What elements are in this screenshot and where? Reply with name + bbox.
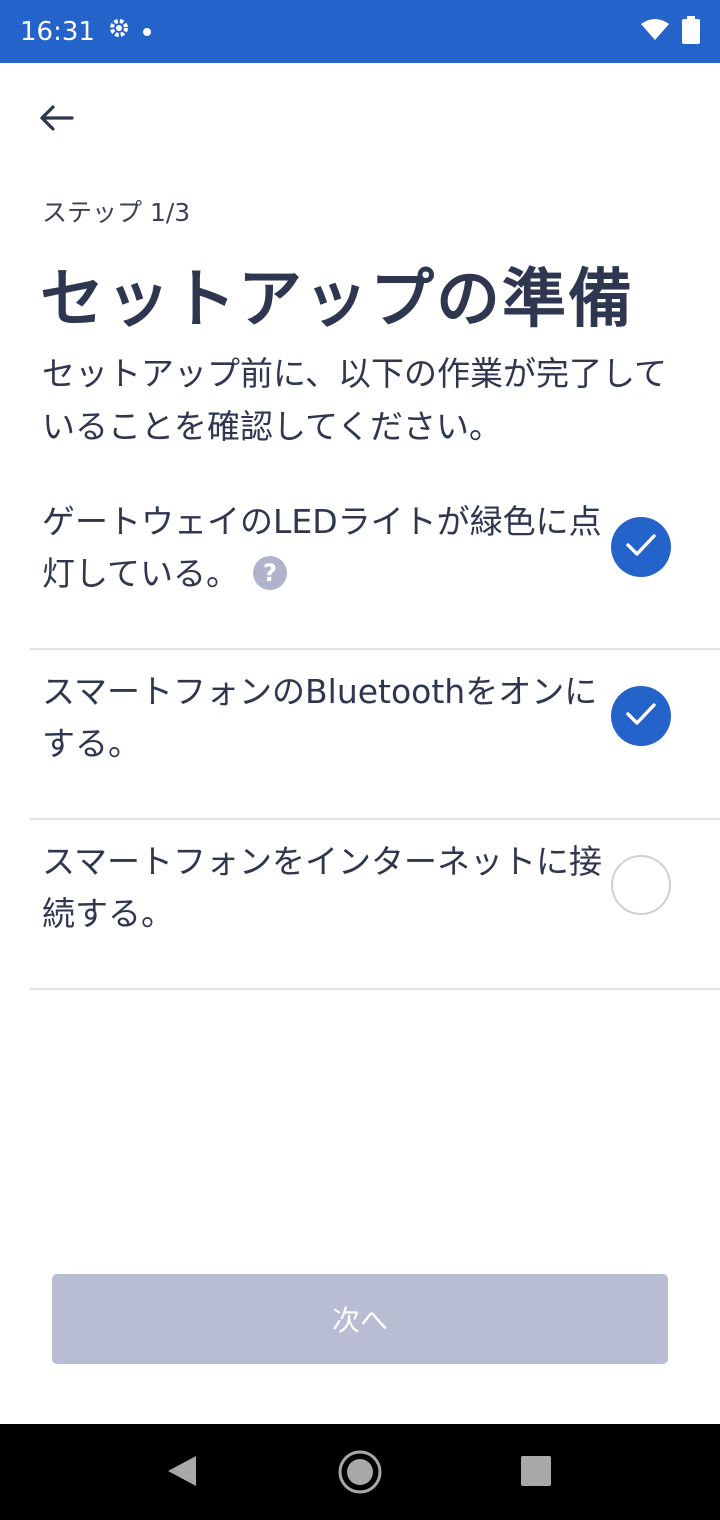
check-circle-checked[interactable] <box>611 517 671 577</box>
checklist-item-label: スマートフォンをインターネットに接続する。 <box>42 842 603 933</box>
recents-square-icon[interactable] <box>521 1456 551 1486</box>
system-navigation-bar <box>0 1424 720 1520</box>
checkmark-icon <box>625 533 657 561</box>
status-time: 16:31 <box>20 16 95 47</box>
page-title: セットアップの準備 <box>40 263 634 337</box>
checkmark-icon <box>625 702 657 730</box>
page-description: セットアップ前に、以下の作業が完了していることを確認してください。 <box>42 354 668 446</box>
status-bar: 16:31 <box>0 0 720 63</box>
battery-icon <box>682 15 700 48</box>
check-circle-checked[interactable] <box>611 686 671 746</box>
checklist-item-internet[interactable]: スマートフォンをインターネットに接続する。 <box>30 820 720 990</box>
checklist-item-bluetooth[interactable]: スマートフォンのBluetoothをオンにする。 <box>30 650 720 820</box>
checklist-item-gateway-led[interactable]: ゲートウェイのLEDライトが緑色に点灯している。? <box>30 480 720 650</box>
notification-dot-icon <box>142 27 151 36</box>
home-circle-icon[interactable] <box>337 1449 383 1495</box>
help-icon[interactable]: ? <box>253 555 288 590</box>
check-circle-unchecked[interactable] <box>611 855 671 915</box>
arrow-left-icon <box>38 104 74 136</box>
wifi-icon <box>640 18 670 46</box>
back-triangle-icon[interactable] <box>166 1454 198 1488</box>
checklist-item-label: ゲートウェイのLEDライトが緑色に点灯している。 <box>42 502 602 593</box>
next-button[interactable]: 次へ <box>52 1274 668 1364</box>
checklist-item-label: スマートフォンのBluetoothをオンにする。 <box>42 672 598 763</box>
prerequisite-checklist: ゲートウェイのLEDライトが緑色に点灯している。? スマートフォンのBlueto… <box>30 480 720 990</box>
back-button[interactable] <box>30 96 82 144</box>
settings-icon <box>107 16 131 47</box>
step-indicator: ステップ 1/3 <box>42 198 191 227</box>
